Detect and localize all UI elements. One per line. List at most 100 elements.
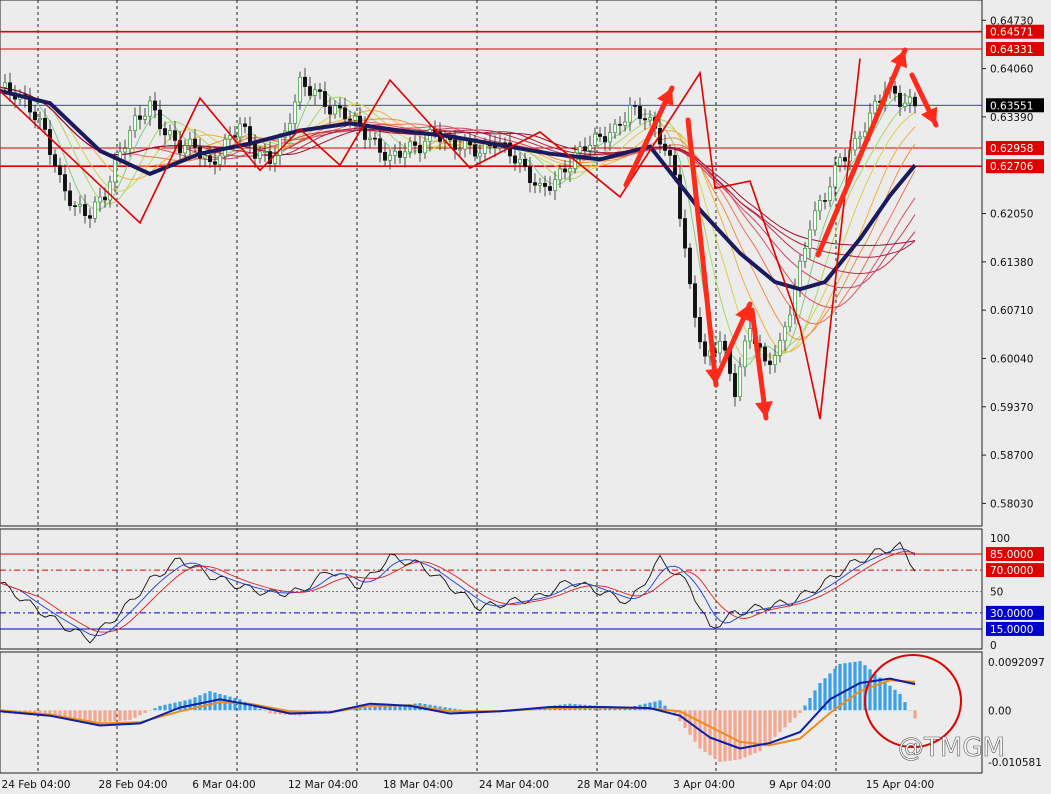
candle-body [648, 117, 652, 121]
candle-body [153, 100, 157, 111]
rsi-level-label: 15.0000 [990, 624, 1033, 636]
macd-histogram-bar [123, 710, 127, 721]
candle-body [363, 125, 367, 140]
candle-body [818, 200, 822, 212]
x-tick-label: 6 Mar 04:00 [192, 779, 255, 791]
candle-body [128, 130, 132, 149]
macd-histogram-bar [883, 681, 887, 711]
candle-body [173, 130, 177, 141]
candle-body [43, 117, 47, 130]
rsi-tick-label: 50 [990, 587, 1003, 599]
candle-body [613, 123, 617, 133]
x-tick-label: 28 Feb 04:00 [99, 779, 168, 791]
macd-histogram-bar [168, 703, 172, 711]
candle-body [813, 210, 817, 231]
candle-body [558, 168, 562, 181]
candle-body [293, 101, 297, 124]
candle-body [143, 115, 147, 120]
candle-body [643, 118, 647, 121]
macd-histogram-bar [458, 709, 462, 711]
candle-body [313, 89, 317, 96]
macd-histogram-bar [148, 710, 152, 711]
macd-tick-label: 0.00 [988, 705, 1011, 717]
x-tick-label: 24 Mar 04:00 [479, 779, 549, 791]
macd-histogram-bar [163, 704, 167, 711]
candle-body [378, 138, 382, 153]
candle-body [93, 201, 97, 219]
price-level-label: 0.62706 [990, 161, 1034, 173]
candle-body [743, 340, 747, 368]
rsi-panel [0, 528, 983, 650]
x-tick-label: 18 Mar 04:00 [383, 779, 453, 791]
macd-histogram-bar [103, 710, 107, 722]
candle-body [893, 85, 897, 94]
candle-body [778, 340, 782, 356]
candle-body [388, 155, 392, 161]
macd-histogram-bar [88, 710, 92, 722]
candle-body [603, 136, 607, 143]
macd-histogram-bar [158, 705, 162, 711]
candle-body [218, 155, 222, 165]
candle-body [538, 182, 542, 186]
candle-body [203, 155, 207, 159]
macd-histogram-bar [113, 710, 117, 722]
candle-body [158, 109, 162, 129]
candle-body [78, 204, 82, 207]
y-tick-label: 0.61380 [990, 257, 1033, 269]
candle-body [353, 115, 357, 121]
candle-body [103, 196, 107, 201]
macd-histogram-bar [838, 663, 842, 711]
macd-histogram-bar [128, 710, 132, 721]
candle-body [478, 152, 482, 157]
x-tick-label: 3 Apr 04:00 [673, 779, 735, 791]
macd-histogram-bar [873, 673, 877, 711]
candle-body [188, 138, 192, 146]
candle-body [258, 151, 262, 159]
candle-body [403, 151, 407, 158]
x-tick-label: 28 Mar 04:00 [577, 779, 647, 791]
candle-body [838, 157, 842, 166]
rsi-tick-label: 0 [990, 640, 997, 652]
candle-body [288, 123, 292, 132]
candle-body [688, 247, 692, 285]
candle-body [618, 123, 622, 126]
y-tick-label: 0.60040 [990, 353, 1033, 365]
candle-body [808, 229, 812, 249]
price-level-label: 0.62958 [990, 143, 1033, 155]
candle-body [578, 146, 582, 154]
candle-body [683, 218, 687, 249]
macd-histogram-bar [268, 710, 272, 714]
candle-body [303, 76, 307, 87]
macd-histogram-bar [453, 708, 457, 711]
candle-body [323, 91, 327, 107]
candle-body [408, 141, 412, 153]
candle-body [233, 135, 237, 138]
candle-body [278, 136, 282, 156]
macd-histogram-bar [788, 710, 792, 723]
candle-body [413, 141, 417, 146]
macd-histogram-bar [743, 710, 747, 758]
candle-body [588, 145, 592, 151]
candle-body [503, 142, 507, 145]
candle-body [903, 102, 907, 107]
candle-body [663, 143, 667, 151]
macd-histogram-bar [448, 708, 452, 711]
candle-body [193, 138, 197, 148]
macd-histogram-bar [383, 706, 387, 711]
candle-body [423, 140, 427, 154]
macd-histogram-bar [258, 708, 262, 711]
candle-body [308, 86, 312, 96]
watermark: @TMGM [898, 733, 1005, 763]
x-tick-label: 12 Mar 04:00 [288, 779, 358, 791]
candle-body [593, 133, 597, 146]
macd-histogram-bar [808, 697, 812, 711]
candle-body [183, 145, 187, 154]
candle-body [563, 168, 567, 173]
candle-body [698, 317, 702, 343]
candle-body [843, 157, 847, 162]
candle-body [523, 158, 527, 168]
macd-histogram-bar [738, 710, 742, 760]
price-level-label: 0.64571 [990, 27, 1033, 39]
y-tick-label: 0.58030 [990, 498, 1033, 510]
macd-histogram-bar [828, 673, 832, 711]
